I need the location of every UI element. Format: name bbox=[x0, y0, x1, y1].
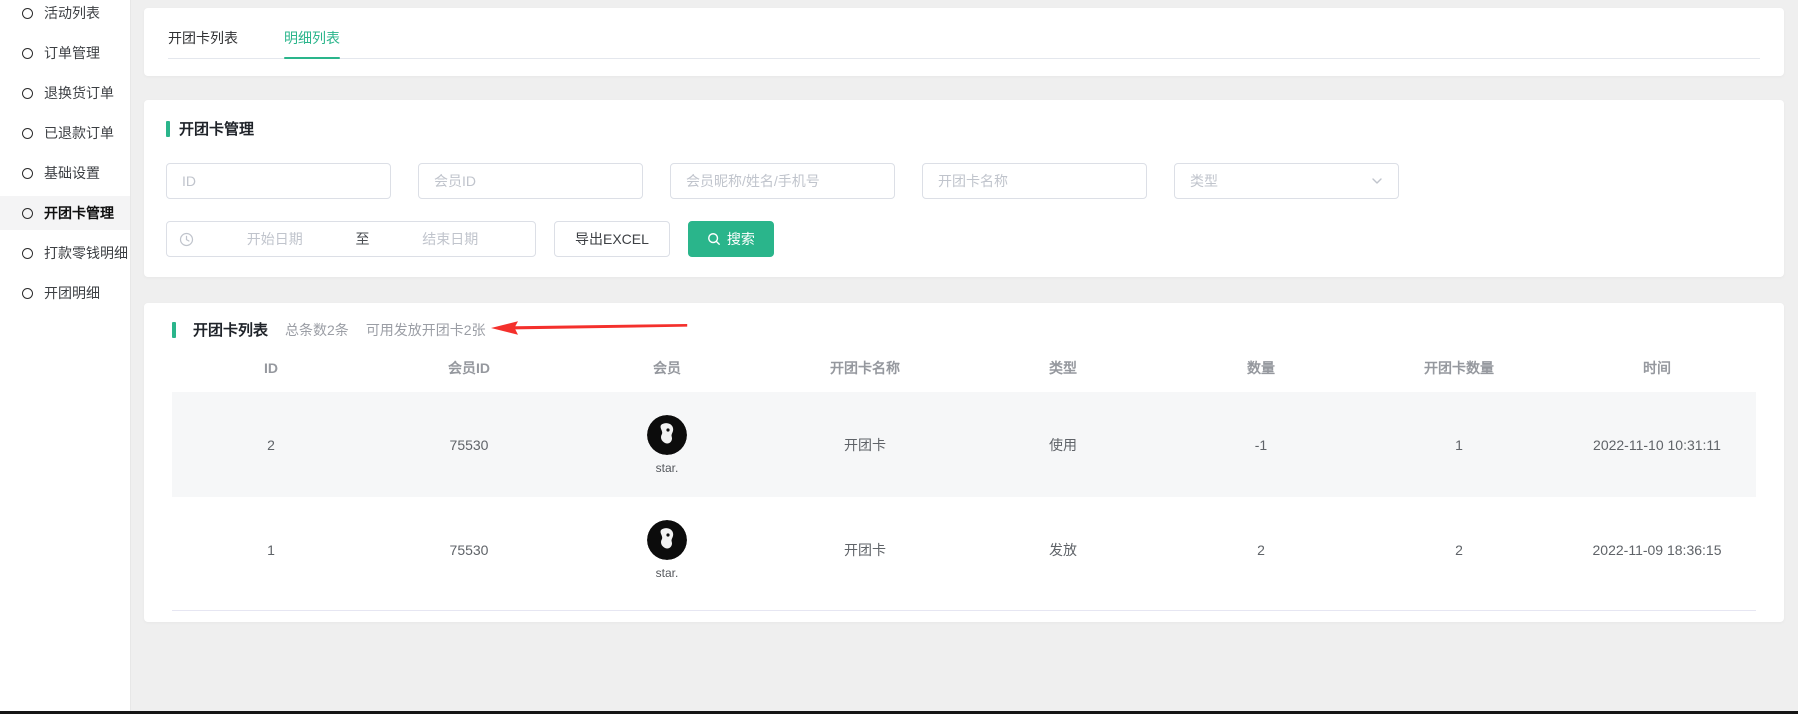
cell-time: 2022-11-09 18:36:15 bbox=[1558, 542, 1756, 558]
cell-type: 发放 bbox=[964, 540, 1162, 560]
tabs-card: 开团卡列表 明细列表 bbox=[144, 8, 1784, 76]
cell-type: 使用 bbox=[964, 435, 1162, 455]
filter-row-2: 开始日期 至 结束日期 导出EXCEL 搜索 bbox=[166, 221, 1784, 257]
column-header-time: 时间 bbox=[1558, 358, 1756, 378]
circle-icon bbox=[22, 48, 33, 59]
id-input[interactable]: ID bbox=[166, 163, 391, 199]
member-avatar bbox=[647, 415, 687, 455]
search-icon bbox=[707, 232, 721, 246]
column-header-member-id: 会员ID bbox=[370, 358, 568, 378]
sidebar-item-label: 开团明细 bbox=[44, 283, 100, 303]
circle-icon bbox=[22, 88, 33, 99]
sidebar-item-group-details[interactable]: 开团明细 bbox=[0, 276, 130, 310]
column-header-id: ID bbox=[172, 360, 370, 376]
chevron-down-icon bbox=[1371, 175, 1383, 187]
list-title-row: 开团卡列表 总条数2条 可用发放开团卡2张 bbox=[144, 303, 1784, 340]
date-separator: 至 bbox=[356, 229, 370, 249]
date-start-placeholder: 开始日期 bbox=[202, 229, 348, 249]
column-header-card-name: 开团卡名称 bbox=[766, 358, 964, 378]
sidebar-item-refunded-orders[interactable]: 已退款订单 bbox=[0, 116, 130, 150]
member-keyword-input[interactable]: 会员昵称/姓名/手机号 bbox=[670, 163, 895, 199]
date-end-placeholder: 结束日期 bbox=[378, 229, 524, 249]
section-accent-bar bbox=[166, 121, 170, 137]
member-id-placeholder: 会员ID bbox=[434, 171, 476, 191]
cell-member-id: 75530 bbox=[370, 542, 568, 558]
section-accent-bar bbox=[172, 322, 176, 338]
column-header-quantity: 数量 bbox=[1162, 358, 1360, 378]
table-bottom-divider bbox=[172, 610, 1756, 611]
sidebar: 活动列表 订单管理 退换货订单 已退款订单 基础设置 开团卡管理 打款零钱明细 … bbox=[0, 0, 131, 711]
cell-card-name: 开团卡 bbox=[766, 540, 964, 560]
cell-id: 1 bbox=[172, 542, 370, 558]
column-header-member: 会员 bbox=[568, 358, 766, 378]
sidebar-item-group-card-management[interactable]: 开团卡管理 bbox=[0, 196, 130, 230]
sidebar-item-payout-change-details[interactable]: 打款零钱明细 bbox=[0, 236, 130, 270]
member-id-input[interactable]: 会员ID bbox=[418, 163, 643, 199]
sidebar-item-order-management[interactable]: 订单管理 bbox=[0, 36, 130, 70]
filter-row-1: ID 会员ID 会员昵称/姓名/手机号 开团卡名称 类型 bbox=[166, 163, 1784, 199]
cell-member-id: 75530 bbox=[370, 437, 568, 453]
cell-member: star. bbox=[568, 415, 766, 475]
id-input-placeholder: ID bbox=[182, 173, 196, 189]
type-select[interactable]: 类型 bbox=[1174, 163, 1399, 199]
sidebar-item-return-exchange-orders[interactable]: 退换货订单 bbox=[0, 76, 130, 110]
sidebar-item-label: 基础设置 bbox=[44, 163, 100, 183]
sidebar-item-label: 订单管理 bbox=[44, 43, 100, 63]
sidebar-item-label: 退换货订单 bbox=[44, 83, 114, 103]
cell-id: 2 bbox=[172, 437, 370, 453]
circle-icon bbox=[22, 168, 33, 179]
export-excel-button[interactable]: 导出EXCEL bbox=[554, 221, 670, 257]
group-card-table: ID 会员ID 会员 开团卡名称 类型 数量 开团卡数量 时间 2 75530 … bbox=[172, 344, 1756, 602]
total-count-text: 总条数2条 bbox=[285, 320, 349, 340]
table-header: ID 会员ID 会员 开团卡名称 类型 数量 开团卡数量 时间 bbox=[172, 344, 1756, 392]
search-button[interactable]: 搜索 bbox=[688, 221, 774, 257]
table-row: 2 75530 star. 开团卡 使用 -1 1 2022-11-10 10:… bbox=[172, 392, 1756, 497]
type-select-placeholder: 类型 bbox=[1190, 171, 1218, 191]
card-name-input[interactable]: 开团卡名称 bbox=[922, 163, 1147, 199]
sidebar-item-label: 活动列表 bbox=[44, 3, 100, 23]
cell-card-quantity: 2 bbox=[1360, 542, 1558, 558]
circle-icon bbox=[22, 128, 33, 139]
sidebar-item-label: 已退款订单 bbox=[44, 123, 114, 143]
date-range-input[interactable]: 开始日期 至 结束日期 bbox=[166, 221, 536, 257]
cell-quantity: -1 bbox=[1162, 437, 1360, 453]
cell-card-quantity: 1 bbox=[1360, 437, 1558, 453]
sidebar-item-activity-list[interactable]: 活动列表 bbox=[0, 0, 130, 30]
cell-quantity: 2 bbox=[1162, 542, 1360, 558]
list-card: 开团卡列表 总条数2条 可用发放开团卡2张 ID 会员ID 会员 开团卡名称 类… bbox=[144, 303, 1784, 622]
sidebar-item-label: 打款零钱明细 bbox=[44, 243, 128, 263]
member-name: star. bbox=[656, 566, 679, 580]
clock-icon bbox=[179, 232, 194, 247]
table-row: 1 75530 star. 开团卡 发放 2 2 2022-11-09 18:3… bbox=[172, 497, 1756, 602]
column-header-card-quantity: 开团卡数量 bbox=[1360, 358, 1558, 378]
search-button-label: 搜索 bbox=[727, 229, 755, 249]
list-section-title: 开团卡列表 bbox=[193, 319, 268, 340]
circle-icon bbox=[22, 248, 33, 259]
tab-bar: 开团卡列表 明细列表 bbox=[168, 8, 1760, 59]
tab-detail-list[interactable]: 明细列表 bbox=[284, 28, 340, 58]
tab-group-card-list[interactable]: 开团卡列表 bbox=[168, 28, 238, 58]
sidebar-item-label: 开团卡管理 bbox=[44, 203, 114, 223]
member-name: star. bbox=[656, 461, 679, 475]
filter-section-title: 开团卡管理 bbox=[144, 100, 1784, 139]
card-name-placeholder: 开团卡名称 bbox=[938, 171, 1008, 191]
available-cards-text: 可用发放开团卡2张 bbox=[366, 320, 486, 340]
cell-member: star. bbox=[568, 520, 766, 580]
circle-icon bbox=[22, 8, 33, 19]
filter-card: 开团卡管理 ID 会员ID 会员昵称/姓名/手机号 开团卡名称 类型 开始日期 bbox=[144, 100, 1784, 277]
circle-icon bbox=[22, 208, 33, 219]
sidebar-item-basic-settings[interactable]: 基础设置 bbox=[0, 156, 130, 190]
member-avatar bbox=[647, 520, 687, 560]
cell-time: 2022-11-10 10:31:11 bbox=[1558, 437, 1756, 453]
circle-icon bbox=[22, 288, 33, 299]
column-header-type: 类型 bbox=[964, 358, 1162, 378]
red-arrow-annotation bbox=[490, 319, 690, 337]
member-keyword-placeholder: 会员昵称/姓名/手机号 bbox=[686, 171, 820, 191]
cell-card-name: 开团卡 bbox=[766, 435, 964, 455]
